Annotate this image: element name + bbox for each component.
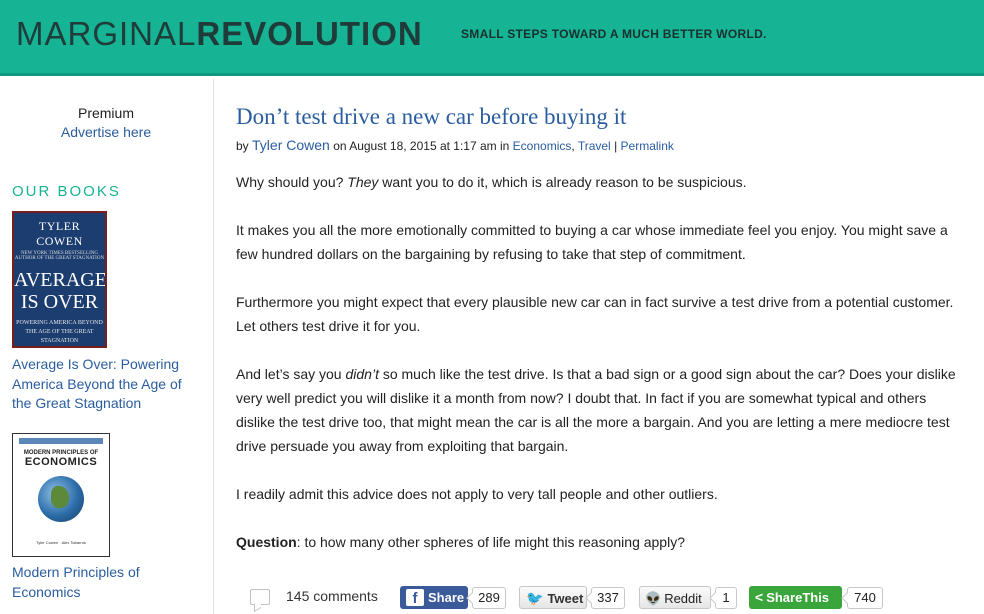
share-bar: 145 comments f Share 289 🐦 Tweet 337 👽 Redd… bbox=[236, 583, 966, 614]
p1-emphasis: They bbox=[347, 174, 379, 190]
p6-text: : to how many other spheres of life migh… bbox=[296, 534, 685, 550]
category-comma: , bbox=[571, 139, 575, 153]
share-icon: < bbox=[755, 589, 764, 605]
globe-illustration bbox=[38, 476, 84, 522]
sharethis-count: 740 bbox=[847, 587, 883, 609]
facebook-share-label: Share bbox=[428, 590, 465, 605]
paragraph-1: Why should you? They want you to do it, … bbox=[236, 170, 964, 194]
reddit-alien-icon: 👽 bbox=[645, 591, 662, 606]
paragraph-4: And let’s say you didn’t so much like th… bbox=[236, 362, 964, 458]
tweet-count: 337 bbox=[591, 587, 625, 609]
category-travel-link[interactable]: Travel bbox=[578, 139, 611, 153]
book1-cover-author: TYLER COWEN bbox=[36, 219, 83, 248]
byline-date: on August 18, 2015 at 1:17 am in bbox=[333, 139, 510, 153]
p4-text-a: And let’s say you bbox=[236, 366, 346, 382]
premium-label: Premium bbox=[77, 105, 134, 121]
p1-text-a: Why should you? bbox=[236, 174, 348, 190]
book2-cover-authors: Tyler Cowen · Alex Tabarrok bbox=[36, 540, 86, 545]
facebook-share-button[interactable]: f Share bbox=[400, 586, 468, 609]
sharethis-label: ShareThis bbox=[766, 590, 830, 605]
reddit-share-button[interactable]: 👽 Reddit bbox=[639, 586, 711, 609]
p4-emphasis: didn’t bbox=[345, 366, 379, 382]
comment-bubble-icon[interactable] bbox=[250, 589, 270, 605]
comments-link[interactable]: 145 comments bbox=[286, 588, 378, 604]
book2-cover-title-2: ECONOMICS bbox=[24, 456, 98, 468]
facebook-icon: f bbox=[406, 589, 424, 607]
advertise-link[interactable]: Advertise here bbox=[0, 124, 212, 140]
book2-cover-strip bbox=[19, 438, 103, 444]
book1-cover-title-1: AVERAGE bbox=[14, 269, 107, 291]
site-logo[interactable]: MARGINALREVOLUTION bbox=[16, 16, 423, 52]
book-cover-modern-principles[interactable]: MODERN PRINCIPLES OF ECONOMICS Tyler Cow… bbox=[12, 433, 110, 557]
p1-text-b: want you to do it, which is already reas… bbox=[378, 174, 747, 190]
our-books-heading: OUR BOOKS bbox=[12, 183, 121, 200]
book2-link[interactable]: Modern Principles of Economics bbox=[12, 563, 202, 602]
question-label: Question bbox=[236, 534, 297, 550]
book1-cover-title-2: IS OVER bbox=[20, 291, 99, 313]
byline-by: by bbox=[236, 139, 249, 153]
twitter-bird-icon: 🐦 bbox=[526, 590, 544, 606]
book1-link[interactable]: Average Is Over: Powering America Beyond… bbox=[12, 355, 202, 414]
author-link[interactable]: Tyler Cowen bbox=[252, 137, 330, 153]
tweet-label: Tweet bbox=[547, 591, 584, 606]
tweet-button[interactable]: 🐦 Tweet bbox=[519, 586, 587, 609]
site-tagline: SMALL STEPS TOWARD A MUCH BETTER WORLD. bbox=[461, 27, 767, 41]
sidebar: Premium Advertise here OUR BOOKS TYLER C… bbox=[0, 79, 214, 614]
byline: by Tyler Cowen on August 18, 2015 at 1:1… bbox=[236, 137, 674, 153]
byline-separator: | bbox=[614, 139, 618, 153]
book1-cover-blurb: NEW YORK TIMES BESTSELLING AUTHOR OF THE… bbox=[14, 251, 105, 261]
book1-cover-subtitle: POWERING AMERICA BEYOND THE AGE OF THE G… bbox=[16, 320, 103, 344]
logo-thin-text: MARGINAL bbox=[16, 15, 197, 52]
facebook-share-count: 289 bbox=[472, 587, 506, 609]
logo-bold-text: REVOLUTION bbox=[196, 15, 423, 52]
reddit-label: Reddit bbox=[664, 591, 702, 606]
book-cover-average-is-over[interactable]: TYLER COWEN NEW YORK TIMES BESTSELLING A… bbox=[12, 211, 107, 348]
paragraph-6: Question: to how many other spheres of l… bbox=[236, 530, 964, 554]
sharethis-button[interactable]: < ShareThis bbox=[749, 586, 842, 609]
reddit-count: 1 bbox=[715, 587, 737, 609]
paragraph-2: It makes you all the more emotionally co… bbox=[236, 222, 948, 262]
paragraph-5: I readily admit this advice does not app… bbox=[236, 486, 718, 502]
site-header: MARGINALREVOLUTION SMALL STEPS TOWARD A … bbox=[0, 0, 984, 76]
post-content: Don’t test drive a new car before buying… bbox=[236, 79, 966, 614]
permalink-link[interactable]: Permalink bbox=[621, 139, 674, 153]
post-title[interactable]: Don’t test drive a new car before buying… bbox=[236, 104, 626, 130]
category-economics-link[interactable]: Economics bbox=[513, 139, 572, 153]
paragraph-3: Furthermore you might expect that every … bbox=[236, 294, 954, 334]
